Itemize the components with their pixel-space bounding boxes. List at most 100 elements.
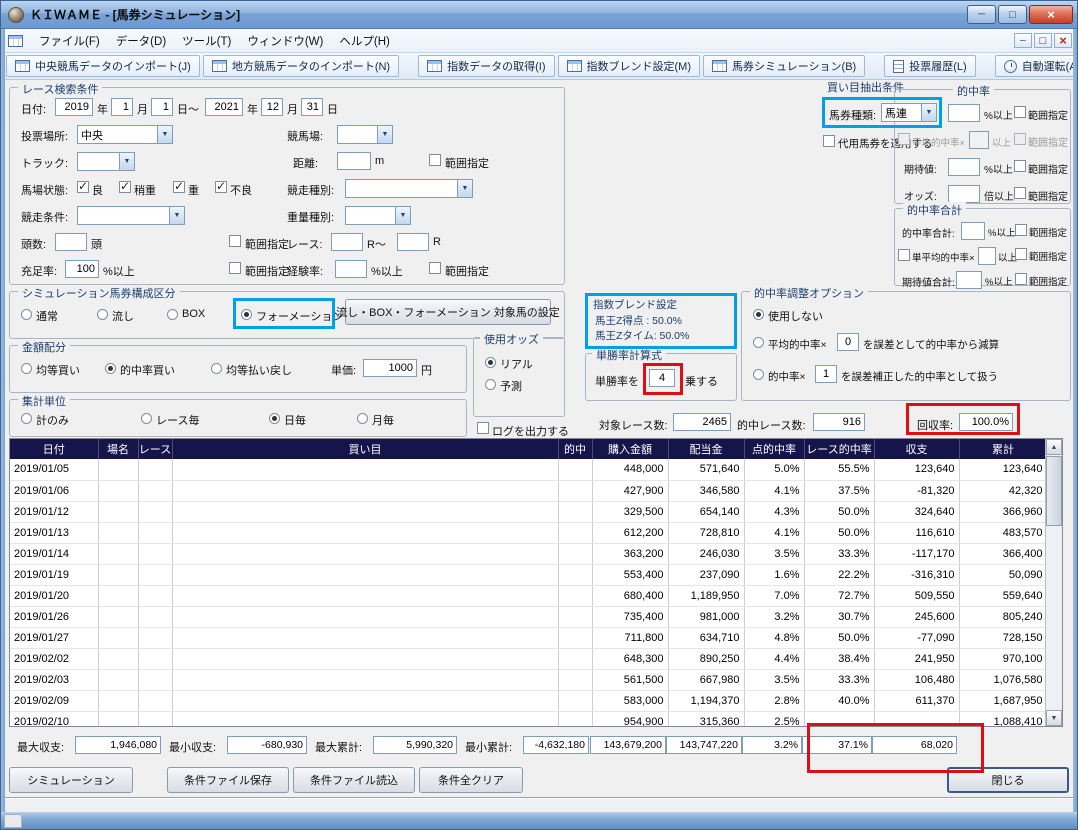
unit-price-input[interactable] — [363, 359, 417, 377]
table-row[interactable]: 2019/01/27 711,800 634,710 4.8% 50.0% -77,090… — [10, 627, 1048, 649]
mdi-minimize-icon[interactable] — [1014, 33, 1032, 48]
avg-hit-rate-checkbox[interactable] — [898, 133, 910, 145]
target-horse-settings-button[interactable]: 流し・BOX・フォーメーション 対象馬の設定 — [336, 299, 560, 325]
weight-select[interactable] — [345, 206, 411, 225]
odds-predict-radio[interactable] — [485, 379, 496, 390]
to-year-input[interactable] — [205, 98, 243, 116]
log-output-checkbox[interactable] — [477, 422, 489, 434]
distance-range-checkbox[interactable] — [429, 154, 441, 166]
maximize-button-icon[interactable] — [998, 5, 1027, 24]
table-row[interactable]: 2019/01/20 680,400 1,189,950 7.0% 72.7% 509,5… — [10, 585, 1048, 607]
table-row[interactable]: 2019/02/02 648,300 890,250 4.4% 38.4% 241,950… — [10, 648, 1048, 670]
avg-hit-rate-input[interactable] — [969, 131, 989, 149]
heads-input[interactable] — [55, 233, 87, 251]
hit-races-input[interactable] — [813, 413, 865, 431]
table-row[interactable]: 2019/01/14 363,200 246,030 3.5% 33.3% -117,17… — [10, 543, 1048, 565]
scroll-up-icon[interactable]: ▲ — [1046, 439, 1062, 455]
composition-nagashi-radio[interactable] — [97, 309, 108, 320]
hit-total-range-checkbox[interactable] — [1015, 224, 1027, 236]
race-cond-select[interactable] — [77, 206, 185, 225]
odds-range-checkbox[interactable] — [1014, 187, 1026, 199]
table-row[interactable]: 2019/02/09 583,000 1,194,370 2.8% 40.0% 611,3… — [10, 690, 1048, 712]
table-row[interactable]: 2019/01/05 448,000 571,640 5.0% 55.5% 123,640… — [10, 459, 1048, 481]
adjust-none-radio[interactable] — [753, 309, 764, 320]
menu-data[interactable]: データ(D) — [108, 30, 174, 52]
fill-rate-input[interactable] — [65, 260, 99, 278]
expected-range-checkbox[interactable] — [1014, 160, 1026, 172]
simulation-button[interactable]: 馬券シミュレーション(B) — [703, 55, 866, 77]
place-select[interactable]: 中央 — [77, 125, 173, 144]
table-row[interactable]: 2019/01/19 553,400 237,090 1.6% 22.2% -316,31… — [10, 564, 1048, 586]
race-no-to-input[interactable] — [397, 233, 429, 251]
clear-all-conditions-button[interactable]: 条件全クリア — [419, 767, 523, 793]
expected-value-input[interactable] — [948, 158, 980, 176]
amount-hitrate-radio[interactable] — [105, 363, 116, 374]
distance-input[interactable] — [337, 152, 371, 170]
adjust-subtract-input[interactable] — [837, 333, 859, 351]
minimize-button-icon[interactable] — [967, 5, 996, 24]
win-formula-power-input[interactable] — [649, 369, 675, 387]
table-row[interactable]: 2019/01/13 612,200 728,810 4.1% 50.0% 116,610… — [10, 522, 1048, 544]
table-row[interactable]: 2019/01/26 735,400 981,000 3.2% 30.7% 245,600… — [10, 606, 1048, 628]
hit-total-input[interactable] — [961, 222, 985, 240]
local-import-button[interactable]: 地方競馬データのインポート(N) — [202, 55, 400, 77]
race-type-select[interactable] — [345, 179, 473, 198]
menu-tools[interactable]: ツール(T) — [174, 30, 239, 52]
from-year-input[interactable] — [55, 98, 93, 116]
scroll-thumb[interactable] — [1046, 456, 1062, 526]
avg-hit-range-checkbox[interactable] — [1014, 133, 1026, 145]
amount-equal-payout-radio[interactable] — [211, 363, 222, 374]
amount-equal-radio[interactable] — [21, 363, 32, 374]
aggregate-month-radio[interactable] — [357, 413, 368, 424]
scroll-down-icon[interactable]: ▼ — [1046, 710, 1062, 726]
aggregate-total-radio[interactable] — [21, 413, 32, 424]
aggregate-day-radio[interactable] — [269, 413, 280, 424]
to-month-input[interactable] — [261, 98, 283, 116]
table-row[interactable]: 2019/02/03 561,500 667,980 3.5% 33.3% 106,480… — [10, 669, 1048, 691]
hit-rate-range-checkbox[interactable] — [1014, 106, 1026, 118]
composition-formation-radio[interactable] — [241, 309, 252, 320]
single-avg-input[interactable] — [978, 247, 996, 265]
composition-normal-radio[interactable] — [21, 309, 32, 320]
table-vertical-scrollbar[interactable]: ▲ ▼ — [1045, 439, 1062, 726]
course-select[interactable] — [337, 125, 393, 144]
target-races-input[interactable] — [673, 413, 731, 431]
save-condition-file-button[interactable]: 条件ファイル保存 — [167, 767, 289, 793]
odds-input[interactable] — [948, 185, 980, 203]
mdi-restore-icon[interactable] — [1034, 33, 1052, 48]
expected-total-input[interactable] — [956, 271, 982, 289]
composition-box-radio[interactable] — [167, 309, 178, 320]
menu-file[interactable]: ファイル(F) — [31, 30, 108, 52]
table-row[interactable]: 2019/01/12 329,500 654,140 4.3% 50.0% 324,640… — [10, 501, 1048, 523]
results-table[interactable]: 日付 場名 レース 買い目 的中 購入金額 配当金 点的中率 レース的中率 収支… — [9, 438, 1063, 727]
adjust-correct-radio[interactable] — [753, 369, 764, 380]
expected-total-range-checkbox[interactable] — [1015, 273, 1027, 285]
single-avg-range-checkbox[interactable] — [1015, 248, 1027, 260]
central-import-button[interactable]: 中央競馬データのインポート(J) — [6, 55, 200, 77]
menu-help[interactable]: ヘルプ(H) — [331, 30, 397, 52]
adjust-subtract-radio[interactable] — [753, 337, 764, 348]
from-month-input[interactable] — [111, 98, 133, 116]
single-avg-checkbox[interactable] — [898, 249, 910, 261]
heads-range-checkbox[interactable] — [229, 235, 241, 247]
close-button-icon[interactable] — [1029, 5, 1073, 24]
from-day-input[interactable] — [151, 98, 173, 116]
auto-run-button[interactable]: 自動運転(A) — [994, 55, 1077, 77]
aggregate-race-radio[interactable] — [141, 413, 152, 424]
surface-good-checkbox[interactable] — [77, 179, 89, 193]
payback-input[interactable] — [959, 413, 1013, 431]
menu-window[interactable]: ウィンドウ(W) — [239, 30, 331, 52]
close-dialog-button[interactable]: 閉じる — [947, 767, 1069, 793]
surface-bad-checkbox[interactable] — [215, 179, 227, 193]
run-simulation-button[interactable]: シミュレーション — [9, 767, 133, 793]
fill-range-checkbox[interactable] — [229, 262, 241, 274]
exp-range-checkbox[interactable] — [429, 262, 441, 274]
surface-heavy-checkbox[interactable] — [173, 179, 185, 193]
load-condition-file-button[interactable]: 条件ファイル読込 — [293, 767, 415, 793]
race-no-from-input[interactable] — [331, 233, 363, 251]
odds-real-radio[interactable] — [485, 357, 496, 368]
exp-rate-input[interactable] — [335, 260, 367, 278]
surface-slightly-heavy-checkbox[interactable] — [119, 179, 131, 193]
index-data-button[interactable]: 指数データの取得(I) — [418, 55, 555, 77]
hit-rate-input[interactable] — [948, 104, 980, 122]
